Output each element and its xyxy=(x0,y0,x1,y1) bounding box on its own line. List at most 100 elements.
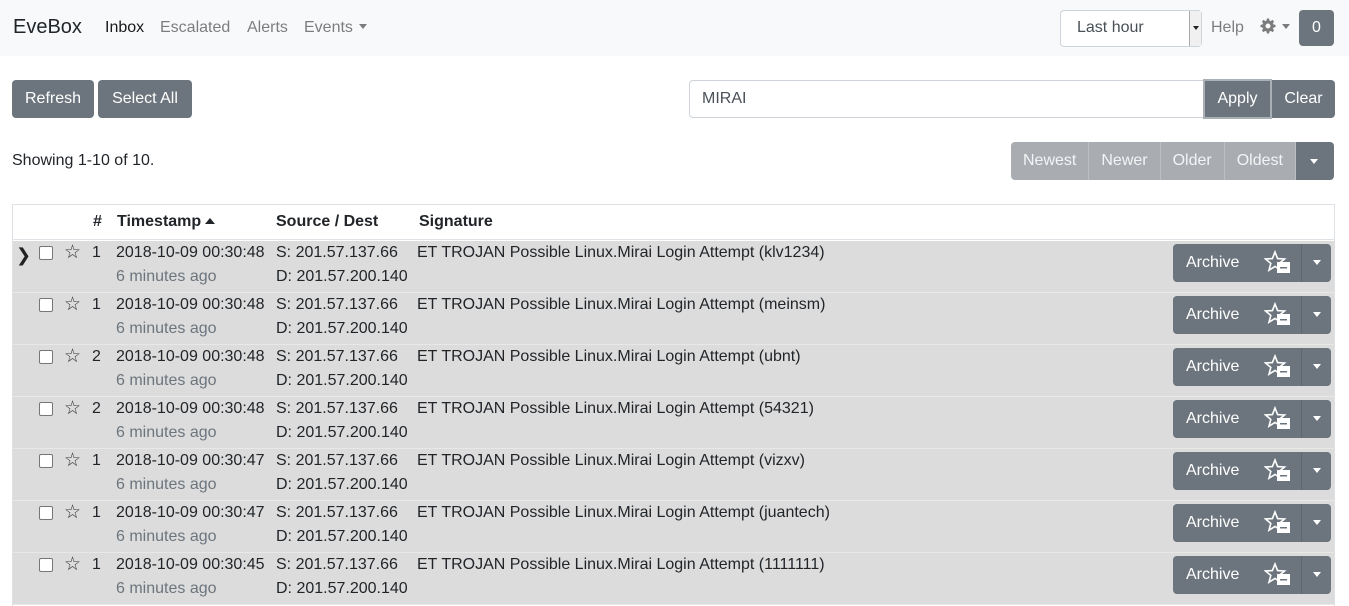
star-archive-icon[interactable] xyxy=(1264,406,1292,432)
table-row[interactable]: ☆ 2 2018-10-09 00:30:48 6 minutes ago S: 201… xyxy=(13,345,1334,397)
row-destination: D: 201.57.200.140 xyxy=(276,476,408,493)
archive-button[interactable]: Archive xyxy=(1186,410,1239,428)
table-row[interactable]: ❯ ☆ 1 2018-10-09 00:30:48 6 minutes ago S: 20… xyxy=(13,241,1334,293)
archive-dropdown-button[interactable] xyxy=(1301,452,1331,490)
header-count: # xyxy=(93,213,102,230)
row-timestamp: 2018-10-09 00:30:48 xyxy=(116,348,265,365)
row-checkbox[interactable] xyxy=(39,558,53,572)
pager-older-button[interactable]: Older xyxy=(1160,142,1225,180)
chevron-right-icon: ❯ xyxy=(16,245,32,265)
row-relative-time: 6 minutes ago xyxy=(116,268,217,285)
star-archive-icon[interactable] xyxy=(1264,302,1292,328)
archive-button[interactable]: Archive xyxy=(1186,358,1239,376)
row-source: S: 201.57.137.66 xyxy=(276,400,398,417)
row-checkbox[interactable] xyxy=(39,350,53,364)
row-checkbox[interactable] xyxy=(39,298,53,312)
row-count: 1 xyxy=(92,556,101,573)
archive-dropdown-button[interactable] xyxy=(1301,556,1331,594)
star-archive-icon[interactable] xyxy=(1264,510,1292,536)
row-relative-time: 6 minutes ago xyxy=(116,424,217,441)
table-row[interactable]: ☆ 1 2018-10-09 00:30:45 6 minutes ago S: 201… xyxy=(13,553,1334,605)
archive-button-group: Archive xyxy=(1173,556,1331,594)
star-archive-icon[interactable] xyxy=(1264,562,1292,588)
archive-button-group: Archive xyxy=(1173,348,1331,386)
star-archive-icon[interactable] xyxy=(1264,458,1292,484)
row-checkbox[interactable] xyxy=(39,402,53,416)
row-count: 2 xyxy=(92,348,101,365)
row-checkbox[interactable] xyxy=(39,454,53,468)
archive-button[interactable]: Archive xyxy=(1186,254,1239,272)
archive-dropdown-button[interactable] xyxy=(1301,348,1331,386)
archive-dropdown-button[interactable] xyxy=(1301,296,1331,334)
star-icon[interactable]: ☆ xyxy=(64,345,81,368)
archive-button[interactable]: Archive xyxy=(1186,566,1239,584)
archive-button-group: Archive xyxy=(1173,244,1331,282)
pager-dropdown-button[interactable] xyxy=(1295,142,1334,180)
archive-button-group: Archive xyxy=(1173,296,1331,334)
row-count: 1 xyxy=(92,452,101,469)
pager-newer-button[interactable]: Newer xyxy=(1089,142,1161,180)
row-relative-time: 6 minutes ago xyxy=(116,528,217,545)
row-relative-time: 6 minutes ago xyxy=(116,372,217,389)
row-checkbox[interactable] xyxy=(39,246,53,260)
time-range-value: Last hour xyxy=(1077,19,1144,36)
star-archive-icon[interactable] xyxy=(1264,250,1292,276)
archive-dropdown-button[interactable] xyxy=(1301,504,1331,542)
time-range-select[interactable]: Last hour xyxy=(1060,10,1202,47)
select-all-button[interactable]: Select All xyxy=(98,80,192,118)
row-source: S: 201.57.137.66 xyxy=(276,452,398,469)
header-timestamp[interactable]: Timestamp xyxy=(117,213,216,231)
nav-inbox[interactable]: Inbox xyxy=(105,19,144,37)
row-timestamp: 2018-10-09 00:30:48 xyxy=(116,400,265,417)
archive-dropdown-button[interactable] xyxy=(1301,244,1331,282)
result-count-text: Showing 1-10 of 10. xyxy=(12,152,155,169)
archive-button[interactable]: Archive xyxy=(1186,514,1239,532)
pager-oldest-button[interactable]: Oldest xyxy=(1224,142,1296,180)
help-link[interactable]: Help xyxy=(1211,19,1244,37)
pager: Newest Newer Older Oldest xyxy=(1011,142,1334,180)
chevron-down-icon xyxy=(358,24,367,29)
select-arrow-icon xyxy=(1189,11,1201,46)
row-checkbox[interactable] xyxy=(39,506,53,520)
star-icon[interactable]: ☆ xyxy=(64,241,81,264)
row-destination: D: 201.57.200.140 xyxy=(276,268,408,285)
archive-dropdown-button[interactable] xyxy=(1301,400,1331,438)
row-timestamp: 2018-10-09 00:30:48 xyxy=(116,244,265,261)
star-icon[interactable]: ☆ xyxy=(64,501,81,524)
brand-logo[interactable]: EveBox xyxy=(13,16,82,39)
header-timestamp-label: Timestamp xyxy=(117,213,202,230)
table-row[interactable]: ☆ 1 2018-10-09 00:30:47 6 minutes ago S: 201… xyxy=(13,449,1334,501)
table-row[interactable]: ☆ 1 2018-10-09 00:30:48 6 minutes ago S: 201… xyxy=(13,293,1334,345)
star-icon[interactable]: ☆ xyxy=(64,397,81,420)
row-source: S: 201.57.137.66 xyxy=(276,244,398,261)
row-destination: D: 201.57.200.140 xyxy=(276,372,408,389)
search-input[interactable]: MIRAI xyxy=(689,80,1205,118)
nav-events-dropdown[interactable]: Events xyxy=(304,19,367,37)
count-badge[interactable]: 0 xyxy=(1299,10,1334,46)
table-row[interactable]: ☆ 2 2018-10-09 00:30:48 6 minutes ago S: 201… xyxy=(13,397,1334,449)
star-icon[interactable]: ☆ xyxy=(64,449,81,472)
pager-newest-button[interactable]: Newest xyxy=(1011,142,1090,180)
row-signature: ET TROJAN Possible Linux.Mirai Login Att… xyxy=(417,556,825,573)
archive-button[interactable]: Archive xyxy=(1186,462,1239,480)
row-signature: ET TROJAN Possible Linux.Mirai Login Att… xyxy=(417,504,830,521)
nav-alerts[interactable]: Alerts xyxy=(247,19,288,37)
row-destination: D: 201.57.200.140 xyxy=(276,580,408,597)
row-timestamp: 2018-10-09 00:30:45 xyxy=(116,556,265,573)
table-header: # Timestamp Source / Dest Signature xyxy=(13,205,1334,240)
row-relative-time: 6 minutes ago xyxy=(116,320,217,337)
star-icon[interactable]: ☆ xyxy=(64,553,81,576)
clear-button[interactable]: Clear xyxy=(1272,80,1335,118)
table-row[interactable]: ☆ 1 2018-10-09 00:30:47 6 minutes ago S: 201… xyxy=(13,501,1334,553)
star-icon[interactable]: ☆ xyxy=(64,293,81,316)
settings-dropdown[interactable] xyxy=(1260,18,1290,37)
apply-button[interactable]: Apply xyxy=(1203,79,1272,119)
refresh-button[interactable]: Refresh xyxy=(12,80,94,118)
nav-escalated[interactable]: Escalated xyxy=(160,19,230,37)
row-signature: ET TROJAN Possible Linux.Mirai Login Att… xyxy=(417,348,801,365)
row-count: 2 xyxy=(92,400,101,417)
star-archive-icon[interactable] xyxy=(1264,354,1292,380)
archive-button[interactable]: Archive xyxy=(1186,306,1239,324)
row-timestamp: 2018-10-09 00:30:47 xyxy=(116,504,265,521)
row-count: 1 xyxy=(92,296,101,313)
